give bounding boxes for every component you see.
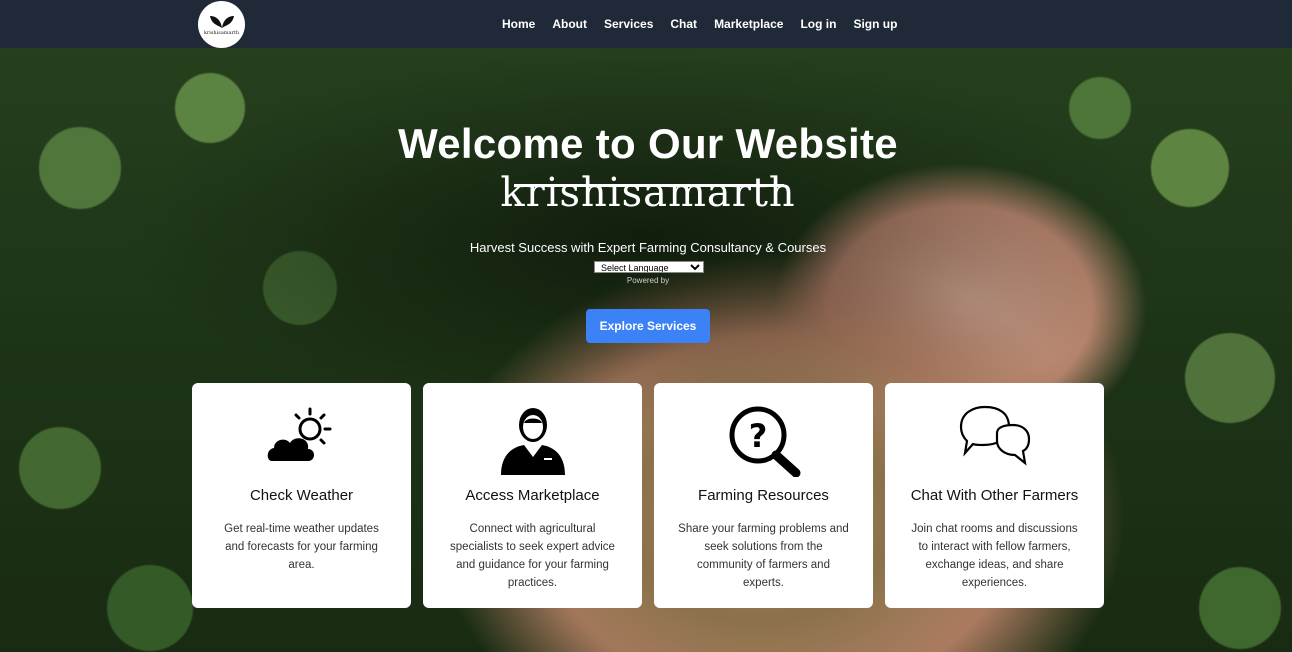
card-description: Join chat rooms and discussions to inter… xyxy=(911,523,1078,589)
card-farming-resources[interactable]: ? Farming Resources Share your farming p… xyxy=(654,383,873,608)
nav-link-home[interactable]: Home xyxy=(502,17,535,31)
card-title: Check Weather xyxy=(249,487,354,504)
logo-text: krishisamarth xyxy=(203,30,240,36)
nav-links: Home About Services Chat Marketplace Log… xyxy=(502,0,914,48)
card-chat-with-other-farmers[interactable]: Chat With Other Farmers Join chat rooms … xyxy=(885,383,1104,608)
brand-name: krishisamarth xyxy=(500,170,796,216)
nav-link-signup[interactable]: Sign up xyxy=(853,17,897,31)
leaf-logo-icon xyxy=(209,16,234,28)
nav-link-marketplace[interactable]: Marketplace xyxy=(714,17,783,31)
explore-services-button[interactable]: Explore Services xyxy=(586,309,710,343)
specialist-icon xyxy=(500,408,565,475)
powered-by-text: Powered by xyxy=(626,276,670,285)
question-search-icon: ? xyxy=(729,406,800,477)
nav-link-login[interactable]: Log in xyxy=(800,17,836,31)
language-select[interactable]: Select Language xyxy=(594,261,704,273)
navbar: krishisamarth Home About Services Chat M… xyxy=(0,0,1292,48)
card-description: Connect with agricultural specialists to… xyxy=(450,523,615,589)
nav-link-about[interactable]: About xyxy=(552,17,587,31)
hero-title: Welcome to Our Website xyxy=(398,120,898,167)
svg-text:?: ? xyxy=(748,417,767,455)
card-title: Farming Resources xyxy=(698,487,829,504)
card-description: Share your farming problems and seek sol… xyxy=(678,523,849,589)
nav-link-chat[interactable]: Chat xyxy=(670,17,697,31)
card-access-marketplace[interactable]: Access Marketplace Connect with agricult… xyxy=(423,383,642,608)
card-title: Access Marketplace xyxy=(465,487,600,504)
card-check-weather[interactable]: Check Weather Get real-time weather upda… xyxy=(192,383,411,608)
weather-icon xyxy=(267,407,331,461)
chat-bubbles-icon xyxy=(959,405,1030,466)
hero-tagline: Harvest Success with Expert Farming Cons… xyxy=(469,240,827,255)
card-title: Chat With Other Farmers xyxy=(910,487,1079,504)
card-description: Get real-time weather updates and foreca… xyxy=(224,523,379,571)
nav-link-services[interactable]: Services xyxy=(604,17,653,31)
site-logo[interactable]: krishisamarth xyxy=(198,1,245,48)
